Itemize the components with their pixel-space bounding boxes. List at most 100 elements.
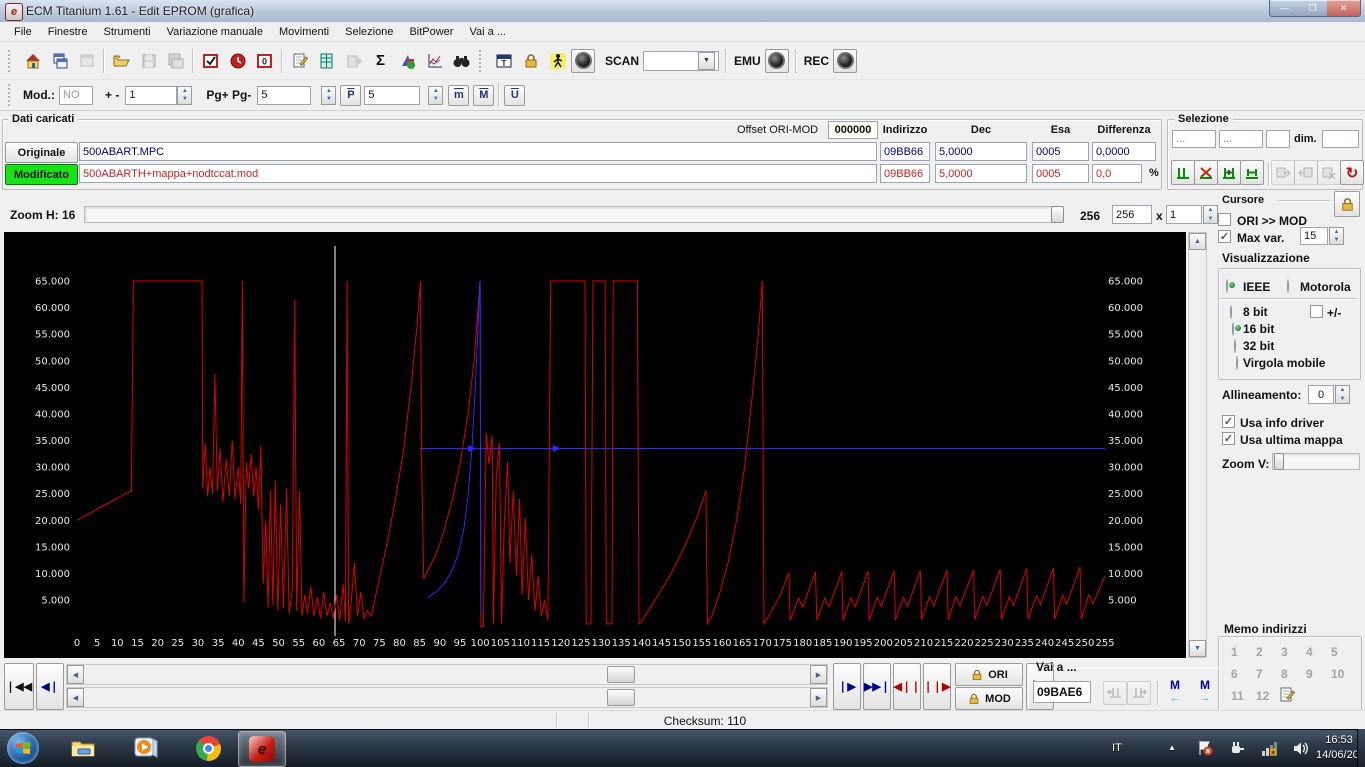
menu-item-finestre[interactable]: Finestre xyxy=(40,24,96,40)
ori-lock-button[interactable]: ORI xyxy=(955,663,1023,686)
scroll-left-icon[interactable]: ◀ xyxy=(67,688,84,707)
motorola-radio[interactable] xyxy=(1287,279,1289,293)
menu-item-selezione[interactable]: Selezione xyxy=(337,24,401,40)
modificato-file-field[interactable]: 500ABARTH+mappa+nodtccat.mod xyxy=(79,164,877,183)
menu-item-file[interactable]: File xyxy=(6,24,40,40)
memo-notes-icon[interactable] xyxy=(1279,687,1296,707)
scrollbar-thumb[interactable] xyxy=(607,666,635,683)
eprom-graph[interactable]: 5.000 5.000 10.000 10.000 15.000 15.000 20.000… xyxy=(4,232,1186,658)
menu-item-movimenti[interactable]: Movimenti xyxy=(271,24,337,40)
max-var-checkbox[interactable]: ✓ xyxy=(1218,230,1231,243)
mod-esa-field[interactable]: 0005 xyxy=(1032,164,1089,183)
selezione-start-field[interactable]: ... xyxy=(1172,130,1216,148)
mod-indirizzo-field[interactable]: 09BB66 xyxy=(880,164,930,183)
mod-diff-field[interactable]: 0,0 xyxy=(1092,164,1142,183)
scroll-left-icon[interactable]: ◀ xyxy=(67,665,84,684)
run-button[interactable] xyxy=(544,47,571,74)
close-button[interactable]: ✕ xyxy=(1327,0,1361,17)
mod-dec-field[interactable]: 5,0000 xyxy=(935,164,1027,183)
ori-dec-field[interactable]: 5,0000 xyxy=(935,142,1027,161)
maximize-button[interactable]: ❐ xyxy=(1298,0,1328,17)
select-add-button[interactable] xyxy=(1217,160,1241,185)
p-spinner[interactable]: ▲ ▼ xyxy=(428,85,444,105)
table-view-button[interactable] xyxy=(313,47,340,74)
select-cross-button[interactable] xyxy=(1194,160,1218,185)
cursor-lock-button[interactable] xyxy=(1334,191,1360,217)
toolbar-grip[interactable] xyxy=(479,49,486,72)
go-last-button[interactable]: ▶▶❘ xyxy=(863,663,891,710)
taskbar-chrome[interactable] xyxy=(188,731,228,765)
multiplier-spinner[interactable]: ▲ ▼ xyxy=(1203,205,1218,224)
ori-mod-checkbox[interactable] xyxy=(1218,213,1231,226)
windows-copy-button[interactable] xyxy=(46,47,73,74)
language-indicator[interactable]: IT xyxy=(1112,742,1122,754)
jump-back-button[interactable]: M ← xyxy=(1162,678,1188,704)
scroll-right-icon[interactable]: ▶ xyxy=(810,688,827,707)
scan-dropdown[interactable]: ▼ xyxy=(643,50,720,71)
selezione-end-field[interactable]: ... xyxy=(1219,130,1263,148)
toolbar-grip[interactable] xyxy=(8,49,15,72)
step-forward-button[interactable]: ❘▶ xyxy=(833,663,861,710)
min-button[interactable]: m xyxy=(448,84,470,106)
shapes-button[interactable] xyxy=(394,47,421,74)
step-spinner[interactable]: ▲ ▼ xyxy=(177,85,193,105)
max-button[interactable]: M xyxy=(473,84,495,106)
menu-item-strumenti[interactable]: Strumenti xyxy=(95,24,158,40)
find-button[interactable] xyxy=(448,47,475,74)
scroll-right-icon[interactable]: ▶ xyxy=(810,665,827,684)
reset-zero-button[interactable]: 0 xyxy=(251,47,278,74)
scroll-down-icon[interactable]: ▼ xyxy=(1189,640,1206,657)
allineamento-spinner[interactable]: ▲ ▼ xyxy=(1335,385,1350,404)
select-begin-button[interactable] xyxy=(1171,160,1195,185)
show-desktop-button[interactable] xyxy=(1357,729,1365,767)
next-diff-button[interactable]: ❘❘▶ xyxy=(923,663,951,710)
jump-forward-button[interactable]: M → xyxy=(1192,678,1218,704)
tray-expand-icon[interactable]: ▲ xyxy=(1168,743,1176,752)
menu-item-variazione-manuale[interactable]: Variazione manuale xyxy=(159,24,271,40)
pg-spinner[interactable]: ▲ ▼ xyxy=(321,85,337,105)
lock-button[interactable] xyxy=(517,47,544,74)
allineamento-field[interactable]: 0 xyxy=(1308,385,1334,404)
text-window-button[interactable]: T xyxy=(490,47,517,74)
sum-button[interactable]: Σ xyxy=(367,47,394,74)
open-file-button[interactable] xyxy=(108,47,135,74)
8bit-radio[interactable] xyxy=(1230,305,1232,319)
chevron-down-icon[interactable]: ▼ xyxy=(698,51,716,70)
taskbar-ecm-titanium[interactable]: e xyxy=(238,731,286,767)
menu-item-bitpower[interactable]: BitPower xyxy=(401,24,461,40)
power-plug-icon[interactable] xyxy=(1228,739,1246,760)
zoom-v-slider-thumb[interactable] xyxy=(1274,453,1284,470)
emu-led-button[interactable] xyxy=(764,48,789,73)
toolbar-grip[interactable] xyxy=(8,84,15,106)
ori-esa-field[interactable]: 0005 xyxy=(1032,142,1089,161)
mod-value-field[interactable]: NO xyxy=(59,85,93,105)
p-button[interactable]: P xyxy=(340,84,362,106)
scrollbar-ori[interactable]: ◀ ▶ xyxy=(66,664,828,685)
multiplier-field[interactable]: 1 xyxy=(1166,205,1202,224)
length-field[interactable]: 256 xyxy=(1112,205,1152,224)
usa-info-driver-checkbox[interactable]: ✓ xyxy=(1222,415,1235,428)
32bit-radio[interactable] xyxy=(1234,339,1236,353)
pg-field[interactable]: 5 xyxy=(257,85,312,105)
zoom-v-slider[interactable] xyxy=(1272,453,1360,470)
confirm-button[interactable] xyxy=(197,47,224,74)
vai-a-field[interactable]: 09BAE6 xyxy=(1033,681,1091,703)
undo-button[interactable]: U xyxy=(504,84,526,106)
edit-notes-button[interactable] xyxy=(286,47,313,74)
network-icon[interactable]: ★ xyxy=(1260,740,1280,760)
usa-ultima-mappa-checkbox[interactable]: ✓ xyxy=(1222,432,1235,445)
select-width-button[interactable] xyxy=(1240,160,1264,185)
max-var-spinner[interactable]: ▲ ▼ xyxy=(1329,227,1344,245)
graph-button[interactable] xyxy=(421,47,448,74)
plus-minus-checkbox[interactable] xyxy=(1310,305,1323,318)
cancel-timer-button[interactable] xyxy=(224,47,251,74)
start-button[interactable] xyxy=(7,732,39,764)
max-var-field[interactable]: 15 xyxy=(1300,227,1328,245)
step-back-button[interactable]: ◀❘ xyxy=(36,663,64,710)
action-center-icon[interactable] xyxy=(1196,739,1214,760)
menu-item-vai-a[interactable]: Vai a ... xyxy=(461,24,513,40)
ori-indirizzo-field[interactable]: 09BB66 xyxy=(880,142,930,161)
originale-button[interactable]: Originale xyxy=(5,142,78,163)
mod-lock-button[interactable]: MOD xyxy=(955,687,1023,710)
ori-diff-field[interactable]: 0,0000 xyxy=(1092,142,1156,161)
